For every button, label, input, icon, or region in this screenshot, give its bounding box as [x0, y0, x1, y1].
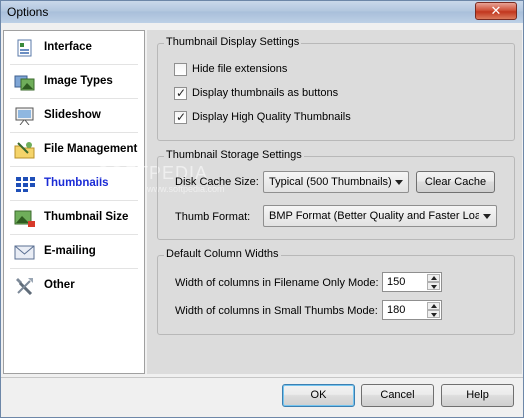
filename-mode-width-label: Width of columns in Filename Only Mode:	[175, 277, 379, 289]
thumbnail-size-icon	[14, 210, 35, 227]
sidebar-item-label: Interface	[44, 41, 92, 53]
sidebar-item-thumbnail-size[interactable]: Thumbnail Size	[4, 201, 144, 234]
group-title: Thumbnail Display Settings	[164, 36, 302, 48]
group-title: Default Column Widths	[164, 248, 281, 260]
spin-up-icon[interactable]	[427, 302, 440, 310]
emailing-icon	[14, 245, 35, 260]
stepper-value: 150	[387, 276, 406, 288]
interface-icon	[17, 39, 32, 57]
sidebar-item-label: File Management	[44, 143, 138, 155]
sidebar-item-label: Thumbnail Size	[44, 211, 129, 223]
thumbnail-display-group: Thumbnail Display Settings Hide file ext…	[157, 36, 515, 141]
filename-mode-width-stepper[interactable]: 150	[382, 272, 442, 292]
sidebar-item-emailing[interactable]: E-mailing	[4, 235, 144, 268]
checkbox-box[interactable]: ✓	[174, 110, 187, 124]
select-value: Typical (500 Thumbnails)	[269, 176, 391, 188]
divider	[1, 377, 523, 378]
chevron-down-icon	[483, 214, 491, 219]
file-management-icon	[14, 142, 35, 159]
slideshow-icon	[15, 107, 34, 125]
sidebar-item-file-management[interactable]: File Management	[4, 133, 144, 166]
checkbox-label: Display High Quality Thumbnails	[192, 111, 351, 123]
checkbox-box[interactable]	[174, 63, 187, 76]
sidebar-item-label: E-mailing	[44, 245, 96, 257]
other-icon	[16, 278, 33, 295]
sidebar-item-label: Slideshow	[44, 109, 101, 121]
spin-up-icon[interactable]	[427, 274, 440, 282]
default-column-widths-group: Default Column Widths Width of columns i…	[157, 248, 515, 335]
thumbnails-icon	[16, 177, 35, 192]
image-types-icon	[14, 75, 35, 91]
stepper-value: 180	[387, 304, 406, 316]
close-button[interactable]: ✕	[475, 2, 517, 20]
thumbnail-storage-group: Thumbnail Storage Settings Disk Cache Si…	[157, 149, 515, 240]
help-button[interactable]: Help	[441, 384, 514, 407]
check-icon: ✓	[176, 110, 187, 124]
sidebar-item-label: Image Types	[44, 75, 113, 87]
small-thumbs-width-stepper[interactable]: 180	[382, 300, 442, 320]
options-sidebar: Interface Image Types Slideshow File Man…	[3, 30, 145, 374]
cancel-button[interactable]: Cancel	[361, 384, 434, 407]
ok-button[interactable]: OK	[282, 384, 355, 407]
checkbox-label: Display thumbnails as buttons	[192, 87, 339, 99]
disk-cache-select[interactable]: Typical (500 Thumbnails)	[263, 171, 409, 193]
sidebar-item-interface[interactable]: Interface	[4, 31, 144, 64]
sidebar-item-other[interactable]: Other	[4, 269, 144, 302]
sidebar-item-image-types[interactable]: Image Types	[4, 65, 144, 98]
thumbnails-settings-panel: SOFTPEDIA www.softpedia.com Thumbnail Di…	[97, 30, 522, 374]
chevron-down-icon	[395, 180, 403, 185]
disk-cache-label: Disk Cache Size:	[175, 176, 259, 188]
spin-down-icon[interactable]	[427, 310, 440, 318]
group-title: Thumbnail Storage Settings	[164, 149, 304, 161]
clear-cache-button[interactable]: Clear Cache	[416, 171, 495, 193]
sidebar-item-slideshow[interactable]: Slideshow	[4, 99, 144, 132]
check-icon: ✓	[176, 86, 187, 100]
spin-down-icon[interactable]	[427, 282, 440, 290]
sidebar-item-label: Other	[44, 279, 75, 291]
options-window: Options ✕ Interface Image Types Slidesho…	[0, 0, 524, 418]
select-value: BMP Format (Better Quality and Faster Lo…	[269, 210, 479, 222]
thumb-format-select[interactable]: BMP Format (Better Quality and Faster Lo…	[263, 205, 497, 227]
window-title: Options	[7, 5, 49, 19]
small-thumbs-width-label: Width of columns in Small Thumbs Mode:	[175, 305, 378, 317]
thumb-format-label: Thumb Format:	[175, 211, 251, 223]
checkbox-box[interactable]: ✓	[174, 86, 187, 100]
checkbox-label: Hide file extensions	[192, 63, 288, 75]
title-bar[interactable]: Options ✕	[1, 1, 523, 23]
